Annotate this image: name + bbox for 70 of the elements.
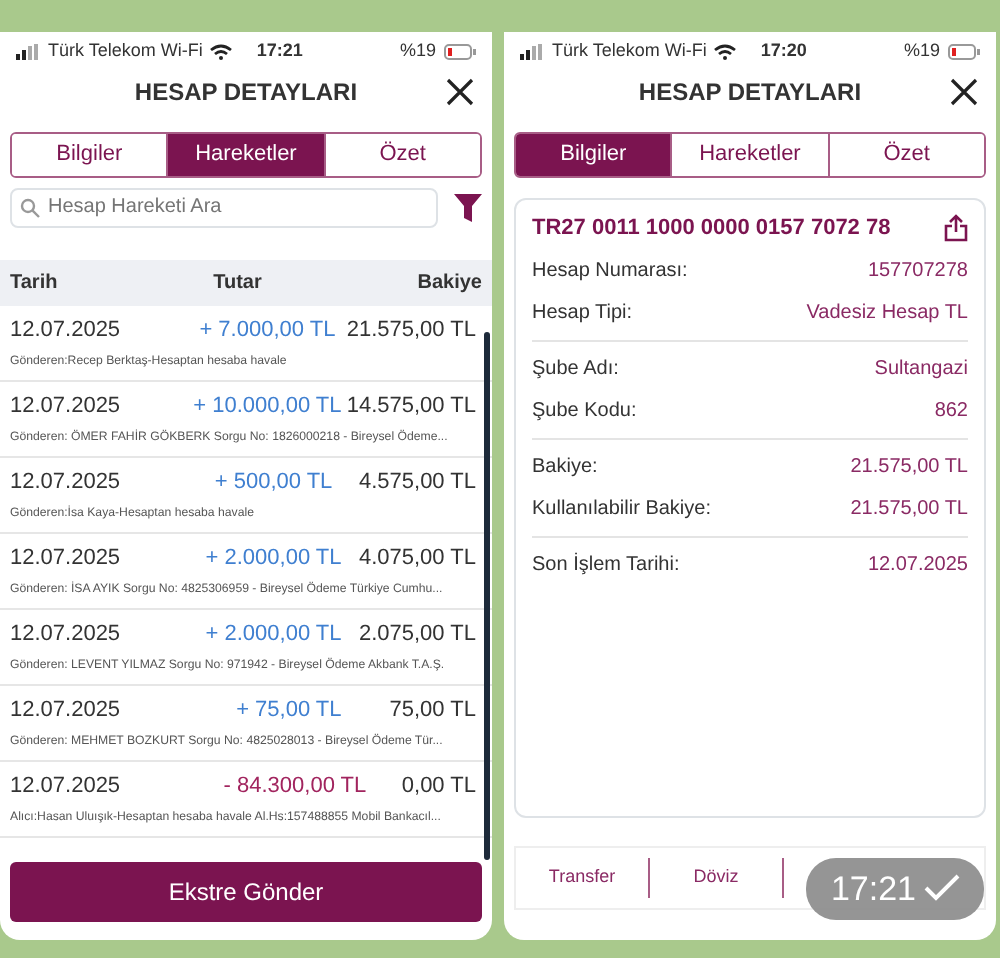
timestamp-text: 17:21 xyxy=(830,867,916,911)
share-icon[interactable] xyxy=(944,213,968,242)
action-button[interactable]: Transfer xyxy=(516,863,648,891)
balance-cell-text: 4.075,00 TL xyxy=(358,543,476,573)
field-value: 862 xyxy=(934,398,968,426)
tab[interactable]: Özet xyxy=(323,134,480,175)
status-time: 17:21 xyxy=(256,37,303,64)
balance-cell-text: 2.075,00 TL xyxy=(358,619,476,649)
close-icon xyxy=(444,76,476,108)
field-value: 12.07.2025 xyxy=(867,552,968,580)
close-button[interactable] xyxy=(948,76,980,108)
amount-cell-text: + 2.000,00 TL xyxy=(205,543,342,573)
field-label: Son İşlem Tarihi: xyxy=(532,550,680,580)
column-header: Bakiye xyxy=(417,269,482,297)
balance-cell-text: 21.575,00 TL xyxy=(346,315,476,345)
amount-cell-text: + 2.000,00 TL xyxy=(205,619,342,649)
date-cell-text: 12.07.2025 xyxy=(10,315,121,345)
amount-cell-text: + 75,00 TL xyxy=(236,695,342,725)
battery-percent: %19 xyxy=(399,37,436,64)
field-label: Hesap Tipi: xyxy=(532,300,633,328)
date-cell-text: 12.07.2025 xyxy=(10,619,121,649)
field-label: Kullanılabilir Bakiye: xyxy=(532,496,711,524)
filter-icon[interactable] xyxy=(454,191,482,223)
close-icon xyxy=(948,76,980,108)
date-cell-text: 12.07.2025 xyxy=(10,543,121,573)
column-header: Tarih xyxy=(10,269,58,297)
tab[interactable]: Bilgiler xyxy=(516,134,671,175)
field-value: 21.575,00 TL xyxy=(850,454,968,482)
close-button[interactable] xyxy=(444,76,476,108)
date-cell-text: 12.07.2025 xyxy=(10,695,121,725)
field-value: 21.575,00 TL xyxy=(850,496,968,524)
send-statement-button[interactable]: Ekstre Gönder xyxy=(10,861,482,921)
status-time: 17:20 xyxy=(760,37,807,64)
column-header: Tutar xyxy=(213,269,262,297)
wifi-icon xyxy=(714,43,737,59)
field-label: Hesap Numarası: xyxy=(532,258,688,286)
wifi-icon xyxy=(210,43,233,59)
battery-icon xyxy=(948,43,980,59)
search-icon xyxy=(20,197,40,217)
signal-icon xyxy=(520,43,544,59)
field-value: Vadesiz Hesap TL xyxy=(806,300,968,328)
field-label: Bakiye: xyxy=(532,454,598,482)
battery-icon xyxy=(444,43,476,59)
amount-cell-text: + 10.000,00 TL xyxy=(193,391,342,421)
carrier-name: Türk Telekom Wi-Fi xyxy=(552,37,707,64)
amount-cell-text: + 500,00 TL xyxy=(214,467,333,497)
field-value: Sultangazi xyxy=(874,356,968,384)
carrier-name: Türk Telekom Wi-Fi xyxy=(48,37,203,64)
field-value: 157707278 xyxy=(867,258,968,286)
field-label: Şube Adı: xyxy=(532,356,619,384)
balance-cell-text: 4.575,00 TL xyxy=(358,467,476,497)
date-cell-text: 12.07.2025 xyxy=(10,391,121,421)
amount-cell-text: - 84.300,00 TL xyxy=(223,771,367,801)
date-cell-text: 12.07.2025 xyxy=(10,771,121,801)
screen-title: HESAP DETAYLARI xyxy=(134,76,358,110)
checkmark-icon xyxy=(924,874,960,903)
battery-percent: %19 xyxy=(903,37,940,64)
balance-cell-text: 75,00 TL xyxy=(389,695,476,725)
field-label: Şube Kodu: xyxy=(532,398,637,426)
search-field[interactable]: Hesap Hareketi Ara xyxy=(10,187,438,227)
date-cell-text: 12.07.2025 xyxy=(10,467,121,497)
balance-cell-text: 0,00 TL xyxy=(401,771,476,801)
tab[interactable]: Hareketler xyxy=(166,134,324,175)
balance-cell-text: 14.575,00 TL xyxy=(346,391,476,421)
signal-icon xyxy=(16,43,40,59)
action-button[interactable]: Döviz xyxy=(650,863,782,891)
amount-cell-text: + 7.000,00 TL xyxy=(199,315,336,345)
screen-title: HESAP DETAYLARI xyxy=(638,76,862,110)
iban-text: TR27 0011 1000 0000 0157 7072 78 xyxy=(532,213,891,243)
tab[interactable]: Özet xyxy=(827,134,984,175)
